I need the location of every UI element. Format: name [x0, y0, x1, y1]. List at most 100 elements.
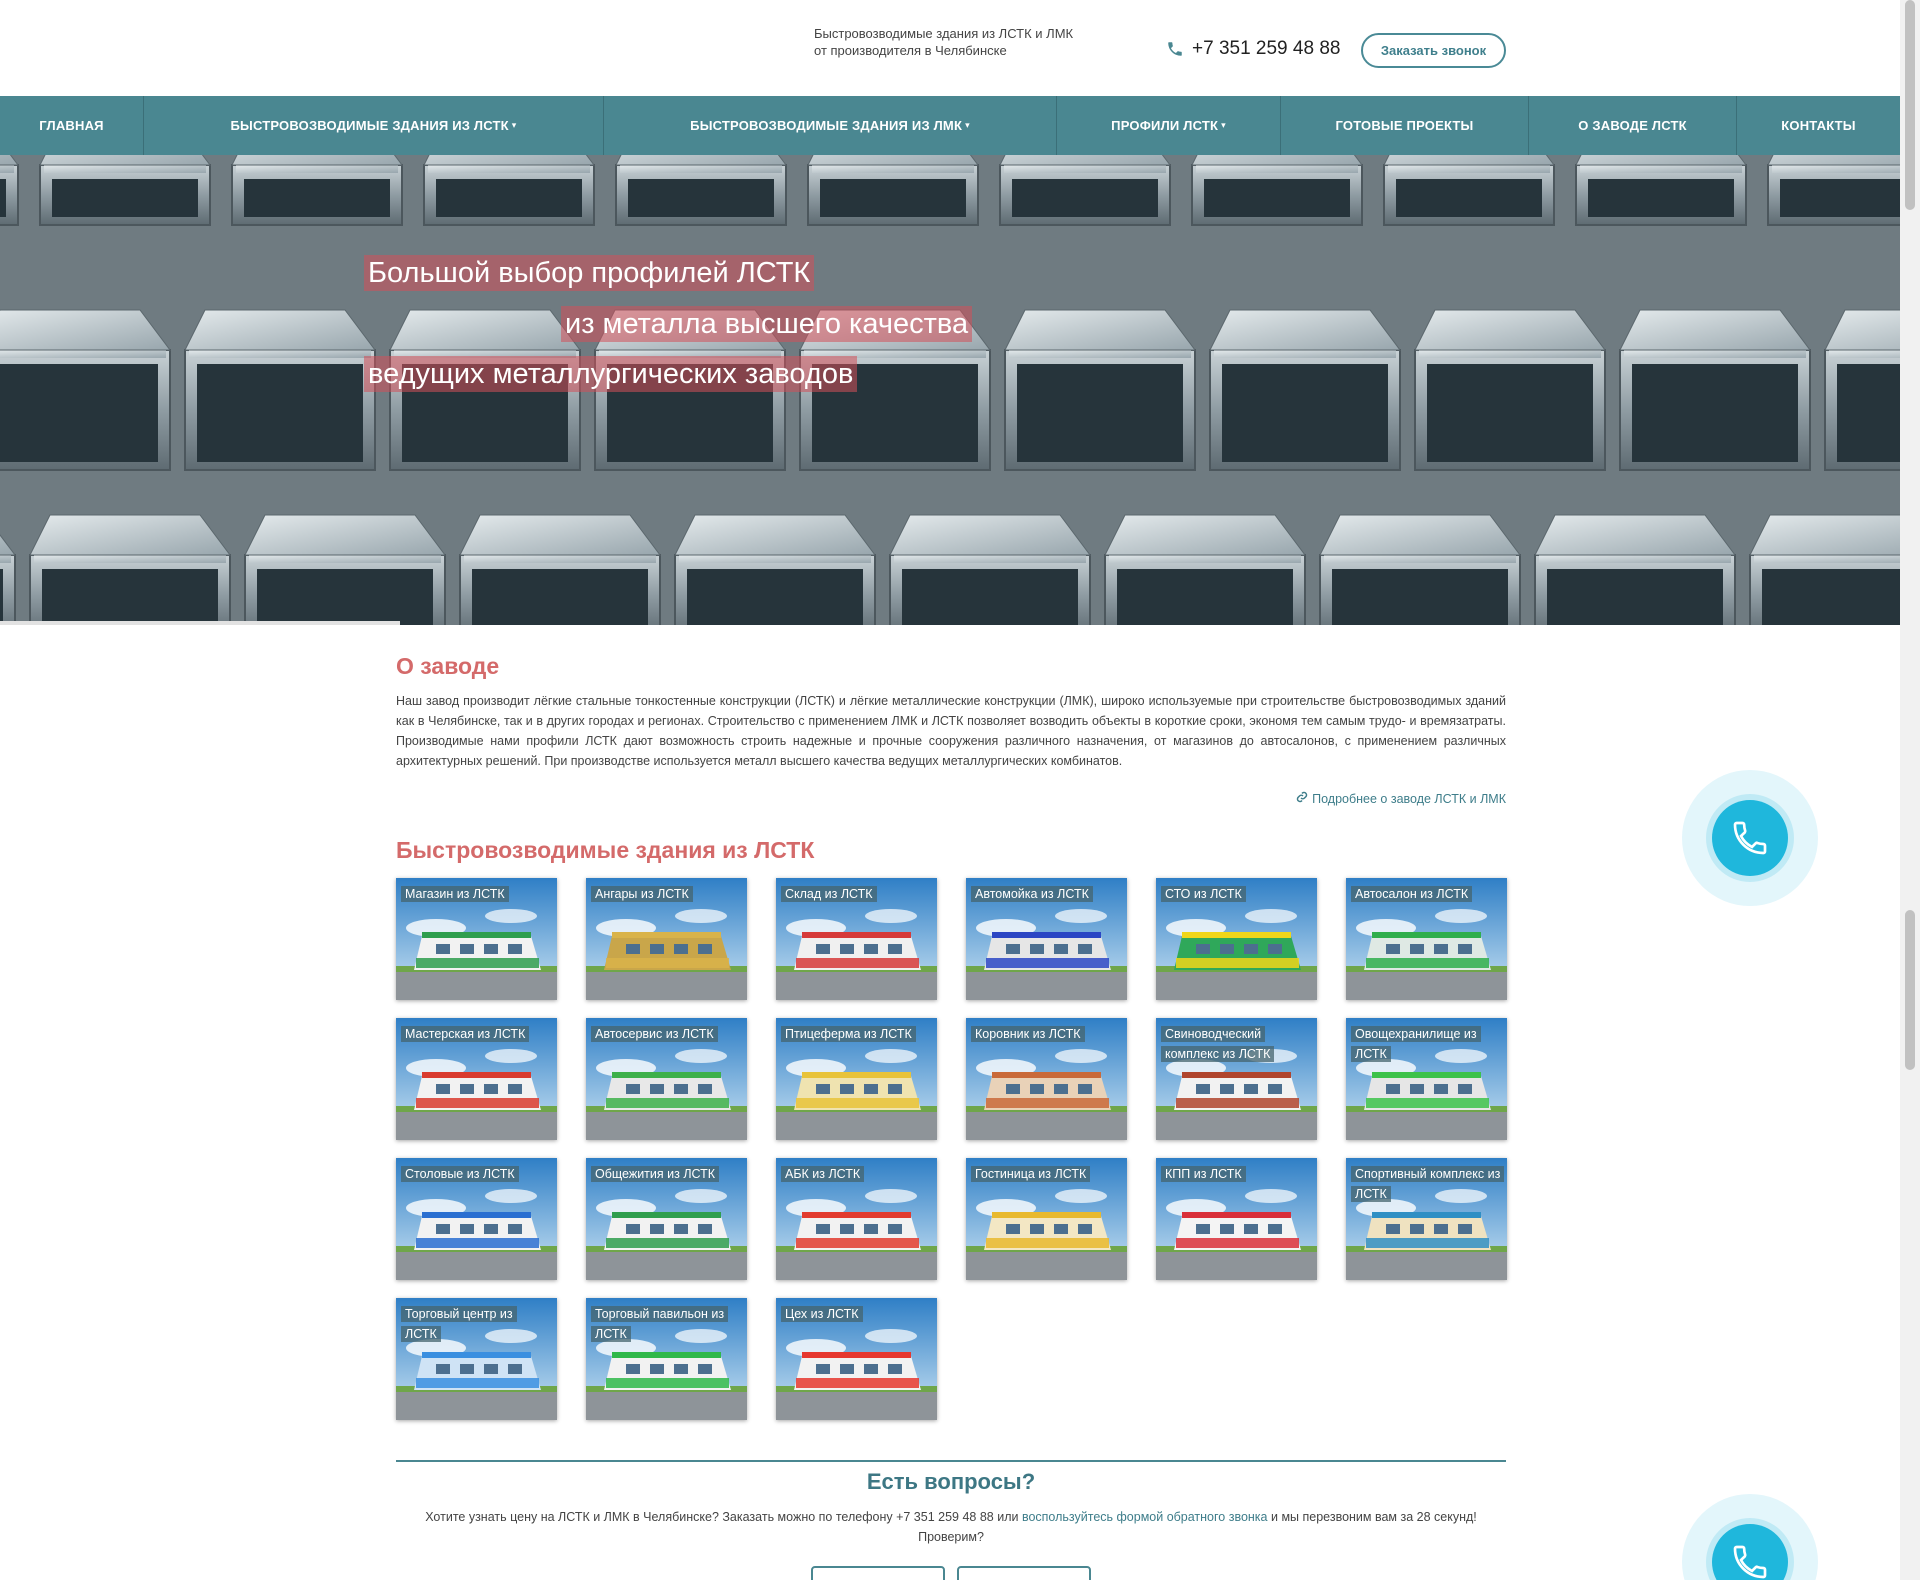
building-card-label-text: Склад из ЛСТК [781, 886, 877, 902]
building-card-label-text: Магазин из ЛСТК [401, 886, 509, 902]
questions-text: Хотите узнать цену на ЛСТК и ЛМК в Челяб… [396, 1507, 1506, 1547]
building-card-label-text: Ангары из ЛСТК [591, 886, 693, 902]
scrollbar-thumb[interactable] [1905, 910, 1915, 1070]
section-divider [396, 1460, 1506, 1462]
buildings-title: Быстровозводимые здания из ЛСТК [396, 837, 815, 863]
building-card-label: КПП из ЛСТК [1161, 1164, 1246, 1184]
building-card[interactable]: Свиноводческий комплекс из ЛСТК [1156, 1018, 1317, 1140]
building-card[interactable]: Овощехранилище из ЛСТК [1346, 1018, 1507, 1140]
about-more-link-label[interactable]: Подробнее о заводе ЛСТК и ЛМК [1312, 792, 1506, 806]
building-card[interactable]: Мастерская из ЛСТК [396, 1018, 557, 1140]
hero-profiles-image [0, 155, 1900, 625]
building-card[interactable]: Общежития из ЛСТК [586, 1158, 747, 1280]
nav-item-contacts[interactable]: КОНТАКТЫ [1737, 96, 1900, 155]
phone-call-icon[interactable] [1712, 1524, 1788, 1580]
building-card[interactable]: Склад из ЛСТК [776, 878, 937, 1000]
hero-line-2: из металла высшего качества [561, 306, 973, 342]
form-name-input[interactable] [811, 1566, 945, 1580]
nav-item-label: БЫСТРОВОЗВОДИМЫЕ ЗДАНИЯ ИЗ ЛСТК [230, 118, 509, 133]
building-card-label-text: Автомойка из ЛСТК [971, 886, 1093, 902]
building-card[interactable]: Гостиница из ЛСТК [966, 1158, 1127, 1280]
building-card-label: Торговый центр из ЛСТК [401, 1304, 551, 1344]
building-card[interactable]: АБК из ЛСТК [776, 1158, 937, 1280]
building-card[interactable]: СТО из ЛСТК [1156, 878, 1317, 1000]
header-tagline: Быстровозводимые здания из ЛСТК и ЛМК от… [814, 26, 1074, 58]
building-card-label: Свиноводческий комплекс из ЛСТК [1161, 1024, 1311, 1064]
form-phone-input[interactable] [957, 1566, 1091, 1580]
building-card-label: Мастерская из ЛСТК [401, 1024, 530, 1044]
building-card[interactable]: Магазин из ЛСТК [396, 878, 557, 1000]
building-card-label: Автомойка из ЛСТК [971, 884, 1093, 904]
questions-title: Есть вопросы? [866, 1469, 1036, 1494]
building-card-label-text: Птицеферма из ЛСТК [781, 1026, 916, 1042]
building-card-label: Ангары из ЛСТК [591, 884, 693, 904]
building-card-label-text: Автосервис из ЛСТК [591, 1026, 718, 1042]
building-card-label: Столовые из ЛСТК [401, 1164, 519, 1184]
phone-number[interactable]: +7 351 259 48 88 [1192, 38, 1340, 60]
building-card-label: Общежития из ЛСТК [591, 1164, 720, 1184]
about-more-link[interactable]: Подробнее о заводе ЛСТК и ЛМК [1296, 791, 1506, 806]
slider-progress-bar [0, 621, 400, 625]
building-card-label-text: Спортивный комплекс из ЛСТК [1351, 1166, 1505, 1202]
chevron-down-icon: ▾ [1221, 120, 1226, 130]
building-card-label: Овощехранилище из ЛСТК [1351, 1024, 1501, 1064]
building-card-label-text: Свиноводческий комплекс из ЛСТК [1161, 1026, 1275, 1062]
floating-call-widget[interactable] [1682, 770, 1818, 906]
nav-item-home[interactable]: ГЛАВНАЯ [0, 96, 144, 155]
building-card[interactable]: Цех из ЛСТК [776, 1298, 937, 1420]
building-card-label: Спортивный комплекс из ЛСТК [1351, 1164, 1505, 1204]
chevron-down-icon: ▾ [511, 120, 517, 130]
nav-item-label: ПРОФИЛИ ЛСТК [1111, 118, 1219, 133]
building-card-label-text: Автосалон из ЛСТК [1351, 886, 1473, 902]
building-card-label: Цех из ЛСТК [781, 1304, 863, 1324]
building-card-label-text: Цех из ЛСТК [781, 1306, 863, 1322]
building-card-label-text: Столовые из ЛСТК [401, 1166, 519, 1182]
nav-item-label: О ЗАВОДЕ ЛСТК [1578, 118, 1687, 133]
nav-item-profiles[interactable]: ПРОФИЛИ ЛСТК ▾ [1057, 96, 1281, 155]
building-card-label-text: Коровник из ЛСТК [971, 1026, 1085, 1042]
building-card[interactable]: Автосервис из ЛСТК [586, 1018, 747, 1140]
building-card[interactable]: Птицеферма из ЛСТК [776, 1018, 937, 1140]
about-title: О заводе [396, 653, 500, 679]
nav-item-about-plant[interactable]: О ЗАВОДЕ ЛСТК [1529, 96, 1737, 155]
building-card-label-text: Торговый павильон из ЛСТК [591, 1306, 729, 1342]
building-card-label-text: СТО из ЛСТК [1161, 886, 1246, 902]
building-card[interactable]: Автомойка из ЛСТК [966, 878, 1127, 1000]
building-card[interactable]: КПП из ЛСТК [1156, 1158, 1317, 1280]
building-card[interactable]: Автосалон из ЛСТК [1346, 878, 1507, 1000]
building-card-label-text: Овощехранилище из ЛСТК [1351, 1026, 1481, 1062]
building-card[interactable]: Ангары из ЛСТК [586, 878, 747, 1000]
building-card-label: Птицеферма из ЛСТК [781, 1024, 916, 1044]
header-phone[interactable]: +7 351 259 48 88 [1166, 38, 1340, 60]
building-card-label: Гостиница из ЛСТК [971, 1164, 1091, 1184]
building-card[interactable]: Торговый павильон из ЛСТК [586, 1298, 747, 1420]
building-card-label: Автосервис из ЛСТК [591, 1024, 718, 1044]
hero-line-1: Большой выбор профилей ЛСТК [364, 255, 815, 291]
about-text: Наш завод производит лёгкие стальные тон… [396, 694, 1506, 768]
phone-call-icon[interactable] [1712, 800, 1788, 876]
questions-text-before: Хотите узнать цену на ЛСТК и ЛМК в Челяб… [425, 1510, 1022, 1524]
floating-call-widget-bottom[interactable] [1682, 1494, 1818, 1580]
nav-item-ready-projects[interactable]: ГОТОВЫЕ ПРОЕКТЫ [1281, 96, 1529, 155]
link-icon [1296, 791, 1308, 806]
nav-item-lmk-buildings[interactable]: БЫСТРОВОЗВОДИМЫЕ ЗДАНИЯ ИЗ ЛМК ▾ [604, 96, 1057, 155]
building-card-label: Автосалон из ЛСТК [1351, 884, 1473, 904]
building-card-label: СТО из ЛСТК [1161, 884, 1246, 904]
main-nav: ГЛАВНАЯ БЫСТРОВОЗВОДИМЫЕ ЗДАНИЯ ИЗ ЛСТК ▾… [0, 96, 1900, 155]
hero-banner: Большой выбор профилей ЛСТК из металла в… [0, 155, 1900, 625]
building-card[interactable]: Коровник из ЛСТК [966, 1018, 1127, 1140]
building-card[interactable]: Торговый центр из ЛСТК [396, 1298, 557, 1420]
page-scrollbar[interactable] [1900, 0, 1920, 1580]
building-card-label-text: Мастерская из ЛСТК [401, 1026, 530, 1042]
building-card-label-text: АБК из ЛСТК [781, 1166, 865, 1182]
callback-button[interactable]: Заказать звонок [1361, 33, 1506, 68]
chevron-down-icon: ▾ [965, 120, 970, 130]
building-card-label: Магазин из ЛСТК [401, 884, 509, 904]
nav-item-lstk-buildings[interactable]: БЫСТРОВОЗВОДИМЫЕ ЗДАНИЯ ИЗ ЛСТК ▾ [144, 96, 604, 155]
scrollbar-thumb-top[interactable] [1905, 0, 1915, 210]
callback-form-link[interactable]: воспользуйтесь формой обратного звонка [1022, 1510, 1268, 1524]
building-card[interactable]: Спортивный комплекс из ЛСТК [1346, 1158, 1507, 1280]
nav-item-label: ГЛАВНАЯ [39, 118, 104, 133]
building-card[interactable]: Столовые из ЛСТК [396, 1158, 557, 1280]
building-card-label-text: Торговый центр из ЛСТК [401, 1306, 517, 1342]
